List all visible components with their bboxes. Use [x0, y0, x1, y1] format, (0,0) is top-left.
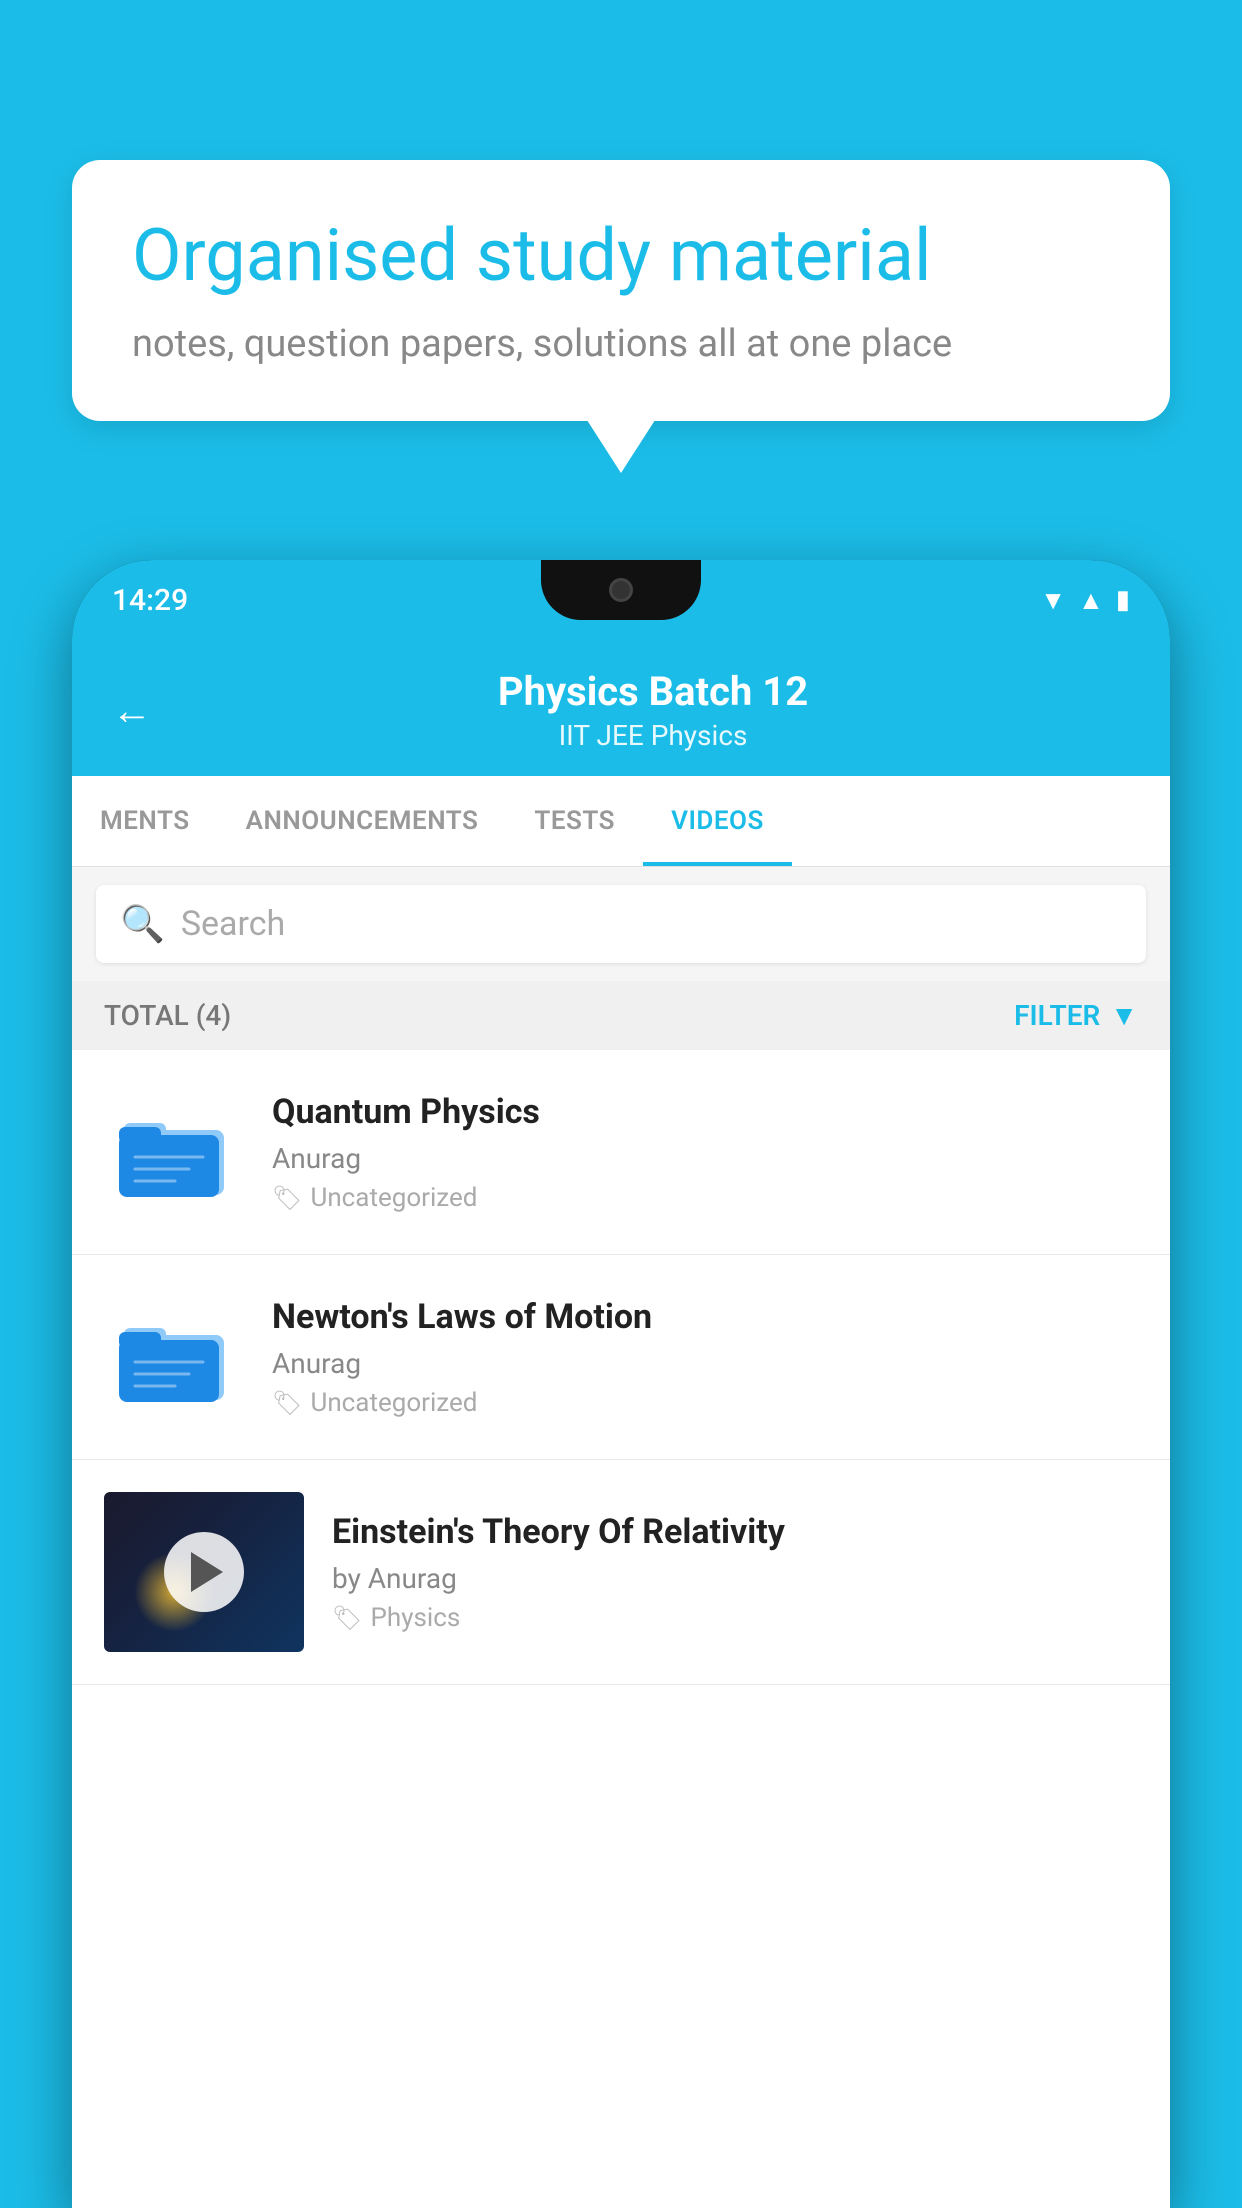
tag-icon-3: 🏷: [332, 1604, 362, 1632]
video-info-1: Quantum Physics Anurag 🏷 Uncategorized: [272, 1092, 1138, 1213]
tag-label-3: Physics: [370, 1603, 460, 1633]
folder-icon: [119, 1105, 229, 1200]
phone-camera: [609, 578, 633, 602]
status-time: 14:29: [112, 583, 188, 618]
filter-bar: TOTAL (4) FILTER ▼: [72, 981, 1170, 1050]
list-item[interactable]: Newton's Laws of Motion Anurag 🏷 Uncateg…: [72, 1255, 1170, 1460]
tab-announcements[interactable]: ANNOUNCEMENTS: [218, 776, 507, 866]
phone-notch: [541, 560, 701, 620]
bubble-subtitle: notes, question papers, solutions all at…: [132, 322, 1110, 366]
speech-bubble: Organised study material notes, question…: [72, 160, 1170, 421]
folder-thumbnail-2: [104, 1287, 244, 1427]
phone-frame: 14:29 ▼ ▲ ▮ ← Physics Batch 12 IIT JEE P…: [72, 560, 1170, 2208]
tab-videos[interactable]: VIDEOS: [643, 776, 792, 866]
tag-icon-2: 🏷: [272, 1389, 302, 1417]
video-title-3: Einstein's Theory Of Relativity: [332, 1512, 1138, 1552]
folder-icon: [119, 1310, 229, 1405]
back-button[interactable]: ←: [112, 687, 152, 734]
search-placeholder: Search: [181, 904, 285, 944]
play-triangle-icon: [191, 1552, 223, 1592]
status-icons: ▼ ▲ ▮: [1040, 585, 1130, 616]
wifi-icon: ▼: [1040, 585, 1066, 616]
signal-icon: ▲: [1078, 585, 1104, 616]
video-tag-2: 🏷 Uncategorized: [272, 1388, 1138, 1418]
tag-icon-1: 🏷: [272, 1184, 302, 1212]
video-author-2: Anurag: [272, 1347, 1138, 1380]
list-item[interactable]: Einstein's Theory Of Relativity by Anura…: [72, 1460, 1170, 1685]
search-icon: 🔍: [120, 903, 165, 945]
video-author-1: Anurag: [272, 1142, 1138, 1175]
video-tag-3: 🏷 Physics: [332, 1603, 1138, 1633]
video-tag-1: 🏷 Uncategorized: [272, 1183, 1138, 1213]
tag-label-1: Uncategorized: [310, 1183, 477, 1213]
search-bar[interactable]: 🔍 Search: [96, 885, 1146, 963]
search-bar-container: 🔍 Search: [72, 867, 1170, 981]
video-author-3: by Anurag: [332, 1562, 1138, 1595]
filter-button[interactable]: FILTER ▼: [1014, 999, 1138, 1032]
total-count: TOTAL (4): [104, 999, 231, 1032]
video-title-2: Newton's Laws of Motion: [272, 1297, 1138, 1337]
filter-icon: ▼: [1110, 999, 1138, 1032]
header-title: Physics Batch 12: [176, 668, 1130, 715]
play-button[interactable]: [164, 1532, 244, 1612]
app-header: ← Physics Batch 12 IIT JEE Physics: [72, 640, 1170, 776]
video-title-1: Quantum Physics: [272, 1092, 1138, 1132]
video-info-3: Einstein's Theory Of Relativity by Anura…: [332, 1512, 1138, 1633]
tag-label-2: Uncategorized: [310, 1388, 477, 1418]
phone-screen: ← Physics Batch 12 IIT JEE Physics MENTS…: [72, 640, 1170, 2208]
video-info-2: Newton's Laws of Motion Anurag 🏷 Uncateg…: [272, 1297, 1138, 1418]
header-subtitle: IIT JEE Physics: [176, 719, 1130, 752]
folder-thumbnail-1: [104, 1082, 244, 1222]
video-thumbnail-3: [104, 1492, 304, 1652]
filter-label: FILTER: [1014, 999, 1100, 1032]
header-title-area: Physics Batch 12 IIT JEE Physics: [176, 668, 1130, 752]
battery-icon: ▮: [1116, 585, 1130, 615]
status-bar: 14:29 ▼ ▲ ▮: [72, 560, 1170, 640]
tab-tests[interactable]: TESTS: [506, 776, 643, 866]
bubble-title: Organised study material: [132, 215, 1110, 298]
tabs-bar: MENTS ANNOUNCEMENTS TESTS VIDEOS: [72, 776, 1170, 867]
list-item[interactable]: Quantum Physics Anurag 🏷 Uncategorized: [72, 1050, 1170, 1255]
video-list: Quantum Physics Anurag 🏷 Uncategorized: [72, 1050, 1170, 2208]
tab-ments[interactable]: MENTS: [72, 776, 218, 866]
